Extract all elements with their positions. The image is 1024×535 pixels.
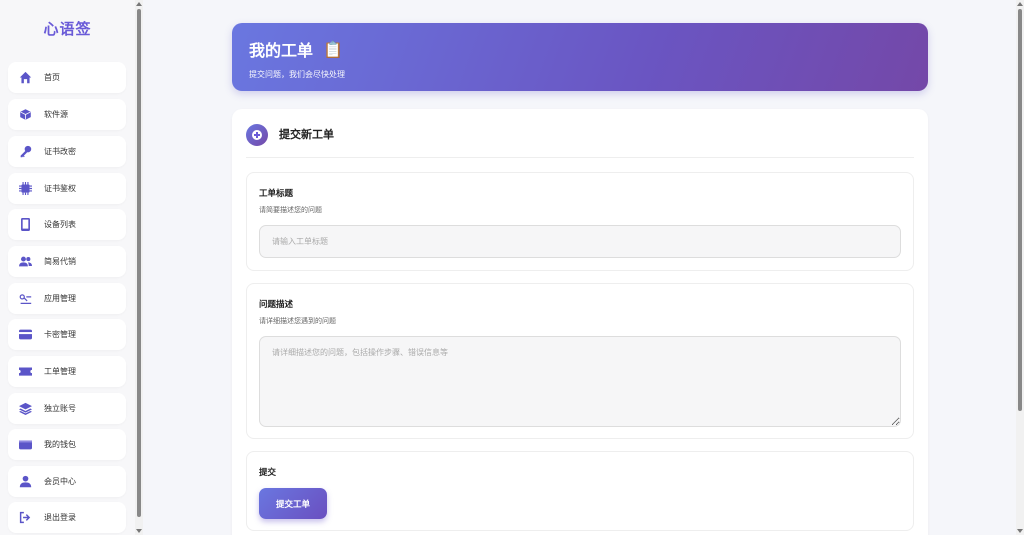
page-header: 我的工单 📋 提交问题，我们会尽快处理 xyxy=(232,23,928,91)
ticket-title-hint: 请简要描述您的问题 xyxy=(259,206,322,214)
page-title-text: 我的工单 xyxy=(249,41,314,60)
description-hint: 请详细描述您遇到的问题 xyxy=(259,317,336,325)
scroll-down-icon[interactable] xyxy=(1017,529,1023,533)
page-scrollbar-thumb[interactable] xyxy=(1018,9,1022,411)
sidebar-item-label: 应用管理 xyxy=(44,294,76,303)
wallet-icon xyxy=(19,438,32,451)
sidebar-item-label: 证书鉴权 xyxy=(44,184,76,193)
sidebar-item-label: 我的钱包 xyxy=(44,440,76,449)
description-textarea[interactable] xyxy=(259,336,901,427)
sidebar-item-label: 简易代销 xyxy=(44,257,76,266)
scroll-down-icon[interactable] xyxy=(136,529,142,533)
box-icon xyxy=(19,108,32,121)
page-title: 我的工单 📋 xyxy=(249,37,911,61)
submit-section: 提交 提交工单 xyxy=(246,451,914,531)
sidebar-item-label: 工单管理 xyxy=(44,367,76,376)
logo: 心语签 xyxy=(0,0,135,56)
sidebar-item-device-list[interactable]: 设备列表 xyxy=(8,209,126,240)
sidebar-item-my-wallet[interactable]: 我的钱包 xyxy=(8,429,126,460)
new-ticket-form: 提交新工单 工单标题 请简要描述您的问题 问题描述 请详细描述您遇到的问题 提交… xyxy=(232,109,928,535)
home-icon xyxy=(19,71,32,84)
sidebar-item-home[interactable]: 首页 xyxy=(8,62,126,93)
page-scrollbar[interactable] xyxy=(1016,0,1024,535)
clipboard-icon: 📋 xyxy=(323,39,343,59)
sidebar: 心语签 首页 软件源 证书改密 证书鉴权 设备列表 简易代销 应用管理 卡密管理… xyxy=(0,0,135,535)
scroll-up-icon[interactable] xyxy=(136,2,142,6)
sidebar-item-app-management[interactable]: 应用管理 xyxy=(8,283,126,314)
submit-ticket-button[interactable]: 提交工单 xyxy=(259,488,327,519)
users-icon xyxy=(19,255,32,268)
sidebar-item-label: 软件源 xyxy=(44,110,68,119)
sidebar-item-software-source[interactable]: 软件源 xyxy=(8,99,126,130)
logo-text: 心语签 xyxy=(43,19,92,38)
sidebar-item-cert-auth[interactable]: 证书鉴权 xyxy=(8,173,126,204)
sidebar-item-simple-resale[interactable]: 简易代销 xyxy=(8,246,126,277)
key-icon xyxy=(19,145,32,158)
sidebar-item-cert-password[interactable]: 证书改密 xyxy=(8,136,126,167)
sidebar-item-label: 首页 xyxy=(44,73,60,82)
sidebar-item-logout[interactable]: 退出登录 xyxy=(8,502,126,533)
sidebar-item-independent-account[interactable]: 独立账号 xyxy=(8,393,126,424)
page-subtitle: 提交问题，我们会尽快处理 xyxy=(249,70,345,79)
sidebar-item-label: 独立账号 xyxy=(44,404,76,413)
ticket-icon xyxy=(19,365,32,378)
layers-icon xyxy=(19,402,32,415)
sidebar-item-label: 卡密管理 xyxy=(44,330,76,339)
sidebar-scrollbar[interactable] xyxy=(135,0,143,535)
sidebar-item-member-center[interactable]: 会员中心 xyxy=(8,466,126,497)
sidebar-item-label: 证书改密 xyxy=(44,147,76,156)
ticket-title-label: 工单标题 xyxy=(259,189,294,199)
sidebar-item-label: 退出登录 xyxy=(44,513,76,522)
submit-section-label: 提交 xyxy=(259,468,277,478)
chip-icon xyxy=(19,182,32,195)
sidebar-scrollbar-thumb[interactable] xyxy=(137,9,141,517)
description-label: 问题描述 xyxy=(259,300,294,310)
card-icon xyxy=(19,328,32,341)
main-content: 我的工单 📋 提交问题，我们会尽快处理 提交新工单 工单标题 请简要描述您的问题… xyxy=(143,0,1016,535)
form-header: 提交新工单 xyxy=(246,124,914,158)
sidebar-item-card-management[interactable]: 卡密管理 xyxy=(8,319,126,350)
user-icon xyxy=(19,475,32,488)
logout-icon xyxy=(19,511,32,524)
sidebar-item-label: 设备列表 xyxy=(44,220,76,229)
ticket-title-section: 工单标题 请简要描述您的问题 xyxy=(246,172,914,271)
apps-icon xyxy=(19,292,32,305)
scroll-up-icon[interactable] xyxy=(1017,2,1023,6)
phone-icon xyxy=(19,218,32,231)
ticket-title-input[interactable] xyxy=(259,225,901,258)
form-title: 提交新工单 xyxy=(279,128,334,141)
sidebar-item-label: 会员中心 xyxy=(44,477,76,486)
sidebar-item-ticket-management[interactable]: 工单管理 xyxy=(8,356,126,387)
description-section: 问题描述 请详细描述您遇到的问题 xyxy=(246,283,914,439)
plus-circle-icon xyxy=(246,124,268,146)
